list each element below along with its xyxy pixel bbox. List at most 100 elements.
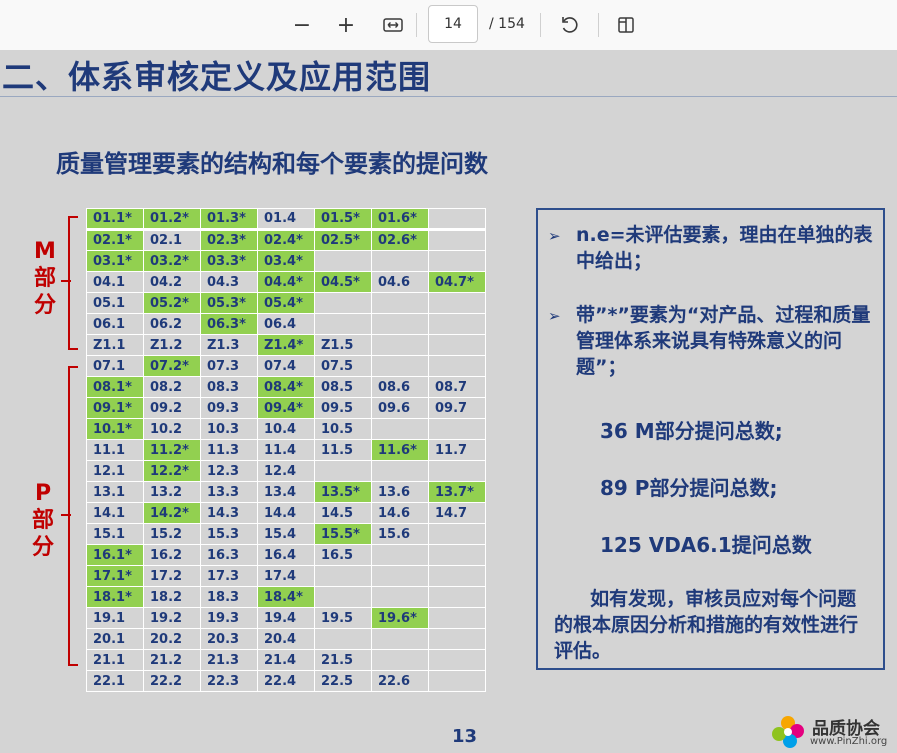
grid-cell: 11.1 (86, 439, 144, 461)
grid-cell (428, 292, 486, 314)
grid-cell (428, 208, 486, 230)
grid-cell: Z1.3 (200, 334, 258, 356)
grid-cell: 09.1* (86, 397, 144, 419)
grid-cell: 12.4 (257, 460, 315, 482)
p-part-label-char: 分 (31, 535, 54, 560)
grid-cell: 09.4* (257, 397, 315, 419)
grid-cell: 04.1 (86, 271, 144, 293)
grid-cell: 03.3* (200, 250, 258, 272)
grid-cell (314, 292, 372, 314)
grid-cell: 12.3 (200, 460, 258, 482)
m-part-bracket-tick (61, 280, 71, 282)
grid-cell: 04.2 (143, 271, 201, 293)
rotate-button[interactable] (556, 9, 584, 41)
grid-row: 04.1 04.2 04.3 04.4* 04.5* 04.6 04.7* (86, 271, 486, 293)
grid-cell (371, 292, 429, 314)
info-bullet-ne: n.e=未评估要素，理由在单独的表中给出； (576, 224, 873, 272)
grid-cell: 11.5 (314, 439, 372, 461)
grid-cell: 07.1 (86, 355, 144, 377)
p-part-label-char: 部 (31, 508, 54, 533)
grid-cell (428, 544, 486, 566)
grid-cell (428, 586, 486, 608)
p-part-label-char: P (34, 481, 52, 506)
grid-cell: 08.4* (257, 376, 315, 398)
zoom-out-button[interactable]: − (288, 9, 316, 41)
grid-cell: 21.3 (200, 649, 258, 671)
grid-cell (428, 670, 486, 692)
grid-cell: 13.1 (86, 481, 144, 503)
grid-cell: 16.2 (143, 544, 201, 566)
grid-cell: 09.6 (371, 397, 429, 419)
grid-cell: 06.4 (257, 313, 315, 335)
grid-cell (428, 649, 486, 671)
grid-cell: 18.4* (257, 586, 315, 608)
grid-cell: 18.3 (200, 586, 258, 608)
grid-cell: 21.5 (314, 649, 372, 671)
grid-cell (314, 460, 372, 482)
grid-cell: 20.3 (200, 628, 258, 650)
p-part-label: P 部 分 (28, 480, 58, 561)
grid-cell (428, 607, 486, 629)
grid-row: 06.1 06.2 06.3* 06.4 (86, 313, 486, 335)
grid-cell: 17.4 (257, 565, 315, 587)
grid-cell: 12.2* (143, 460, 201, 482)
page-number-input[interactable] (428, 5, 478, 43)
fit-width-button[interactable] (378, 9, 408, 41)
grid-cell: 06.3* (200, 313, 258, 335)
grid-cell: 14.5 (314, 502, 372, 524)
grid-row: 02.1* 02.1 02.3* 02.4* 02.5* 02.6* (86, 228, 486, 251)
m-part-label-char: 部 (33, 266, 56, 291)
grid-cell (428, 355, 486, 377)
grid-cell: 16.3 (200, 544, 258, 566)
grid-cell: 03.2* (143, 250, 201, 272)
grid-row: 21.1 21.2 21.3 21.4 21.5 (86, 649, 486, 671)
zoom-in-button[interactable]: + (332, 9, 360, 41)
grid-cell: Z1.5 (314, 334, 372, 356)
grid-cell (371, 250, 429, 272)
grid-cell: 10.2 (143, 418, 201, 440)
grid-cell: 19.2 (143, 607, 201, 629)
grid-cell (428, 250, 486, 272)
grid-cell: 05.3* (200, 292, 258, 314)
grid-row: 01.1* 01.2* 01.3* 01.4 01.5* 01.6* (86, 208, 486, 230)
grid-cell: 11.4 (257, 439, 315, 461)
grid-cell: 18.1* (86, 586, 144, 608)
grid-cell: 14.4 (257, 502, 315, 524)
grid-cell: 14.2* (143, 502, 201, 524)
m-part-bracket (68, 216, 78, 350)
grid-cell: 06.2 (143, 313, 201, 335)
grid-cell (371, 418, 429, 440)
grid-cell (428, 628, 486, 650)
grid-row: 03.1* 03.2* 03.3* 03.4* (86, 250, 486, 272)
grid-row: 17.1* 17.2 17.3 17.4 (86, 565, 486, 587)
m-question-count: 36 M部分提问总数; (600, 419, 783, 443)
grid-cell: 21.4 (257, 649, 315, 671)
grid-cell: 11.3 (200, 439, 258, 461)
grid-cell: 04.5* (314, 271, 372, 293)
grid-cell: 22.1 (86, 670, 144, 692)
grid-cell: 02.3* (200, 228, 258, 251)
grid-cell: 15.3 (200, 523, 258, 545)
grid-cell: 11.2* (143, 439, 201, 461)
grid-cell (428, 523, 486, 545)
grid-cell: 14.1 (86, 502, 144, 524)
grid-cell (371, 649, 429, 671)
toolbar-separator (416, 13, 417, 37)
grid-cell: 02.5* (314, 228, 372, 251)
grid-row: 12.1 12.2* 12.3 12.4 (86, 460, 486, 482)
grid-row: 08.1* 08.2 08.3 08.4* 08.5 08.6 08.7 (86, 376, 486, 398)
slide-subtitle: 质量管理要素的结构和每个要素的提问数 (56, 150, 488, 178)
grid-cell: 15.2 (143, 523, 201, 545)
grid-cell: 08.7 (428, 376, 486, 398)
two-page-view-button[interactable] (612, 9, 640, 41)
m-part-label-char: 分 (33, 293, 56, 318)
grid-cell (428, 565, 486, 587)
grid-cell (314, 586, 372, 608)
grid-cell (314, 628, 372, 650)
grid-cell: 09.5 (314, 397, 372, 419)
grid-cell: 15.6 (371, 523, 429, 545)
toolbar-separator (598, 13, 599, 37)
grid-cell (314, 313, 372, 335)
grid-cell: 22.4 (257, 670, 315, 692)
grid-row: 20.1 20.2 20.3 20.4 (86, 628, 486, 650)
